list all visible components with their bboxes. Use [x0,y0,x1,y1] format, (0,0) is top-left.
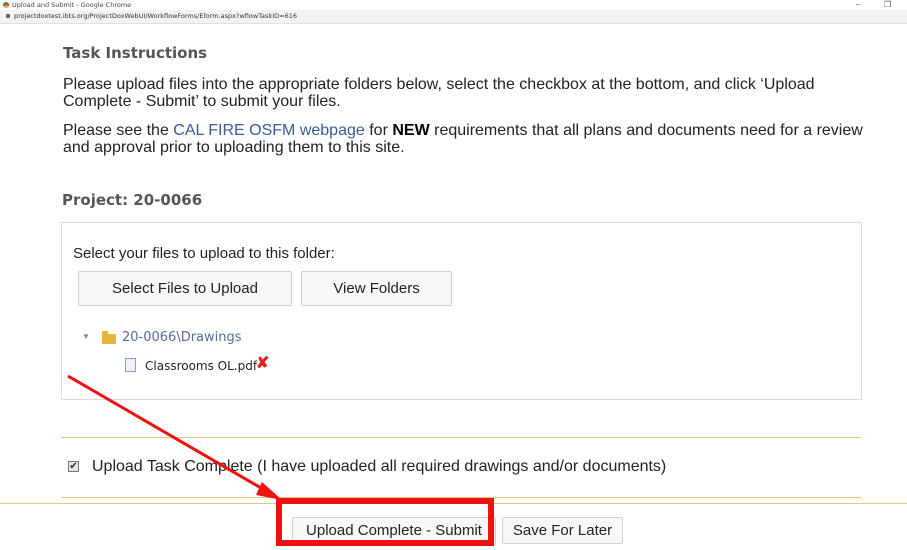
divider-top [61,437,861,438]
requirements-mid: for [364,122,393,139]
remove-file-icon[interactable]: ✘ [256,355,269,373]
tree-expand-icon[interactable]: ▼ [82,332,90,341]
upload-panel: Select your files to upload to this fold… [61,222,862,400]
cal-fire-link[interactable]: CAL FIRE OSFM webpage [173,122,364,139]
restore-button[interactable]: ❐ [884,0,891,10]
file-name[interactable]: Classrooms OL.pdf [145,359,257,373]
upload-prompt: Select your files to upload to this fold… [73,245,335,262]
folder-icon [102,331,116,344]
window-title: Upload and Submit - Google Chrome [12,1,132,9]
view-folders-button[interactable]: View Folders [301,271,452,306]
lock-icon [6,14,10,18]
folder-link[interactable]: 20-0066\Drawings [122,330,242,345]
url-text[interactable]: projectdoxtest.ibts.org/ProjectDoxWebUI/… [14,10,297,23]
requirements-paragraph: Please see the CAL FIRE OSFM webpage for… [63,122,863,156]
address-bar[interactable]: projectdoxtest.ibts.org/ProjectDoxWebUI/… [0,10,907,24]
new-emphasis: NEW [392,122,430,139]
minimize-button[interactable]: – [856,0,860,10]
window-titlebar: Upload and Submit - Google Chrome – ❐ [0,0,907,10]
task-instructions-heading: Task Instructions [63,44,208,62]
annotation-highlight-box [276,498,494,546]
upload-complete-label: Upload Task Complete (I have uploaded al… [92,458,667,475]
instructions-paragraph: Please upload files into the appropriate… [63,76,815,110]
select-files-button[interactable]: Select Files to Upload [78,271,292,306]
chrome-icon [3,2,9,8]
upload-complete-checkbox[interactable]: ✔ [68,461,79,472]
requirements-prefix: Please see the [63,122,174,139]
project-heading: Project: 20-0066 [62,191,203,209]
file-icon [125,358,136,372]
save-for-later-button[interactable]: Save For Later [502,517,623,544]
